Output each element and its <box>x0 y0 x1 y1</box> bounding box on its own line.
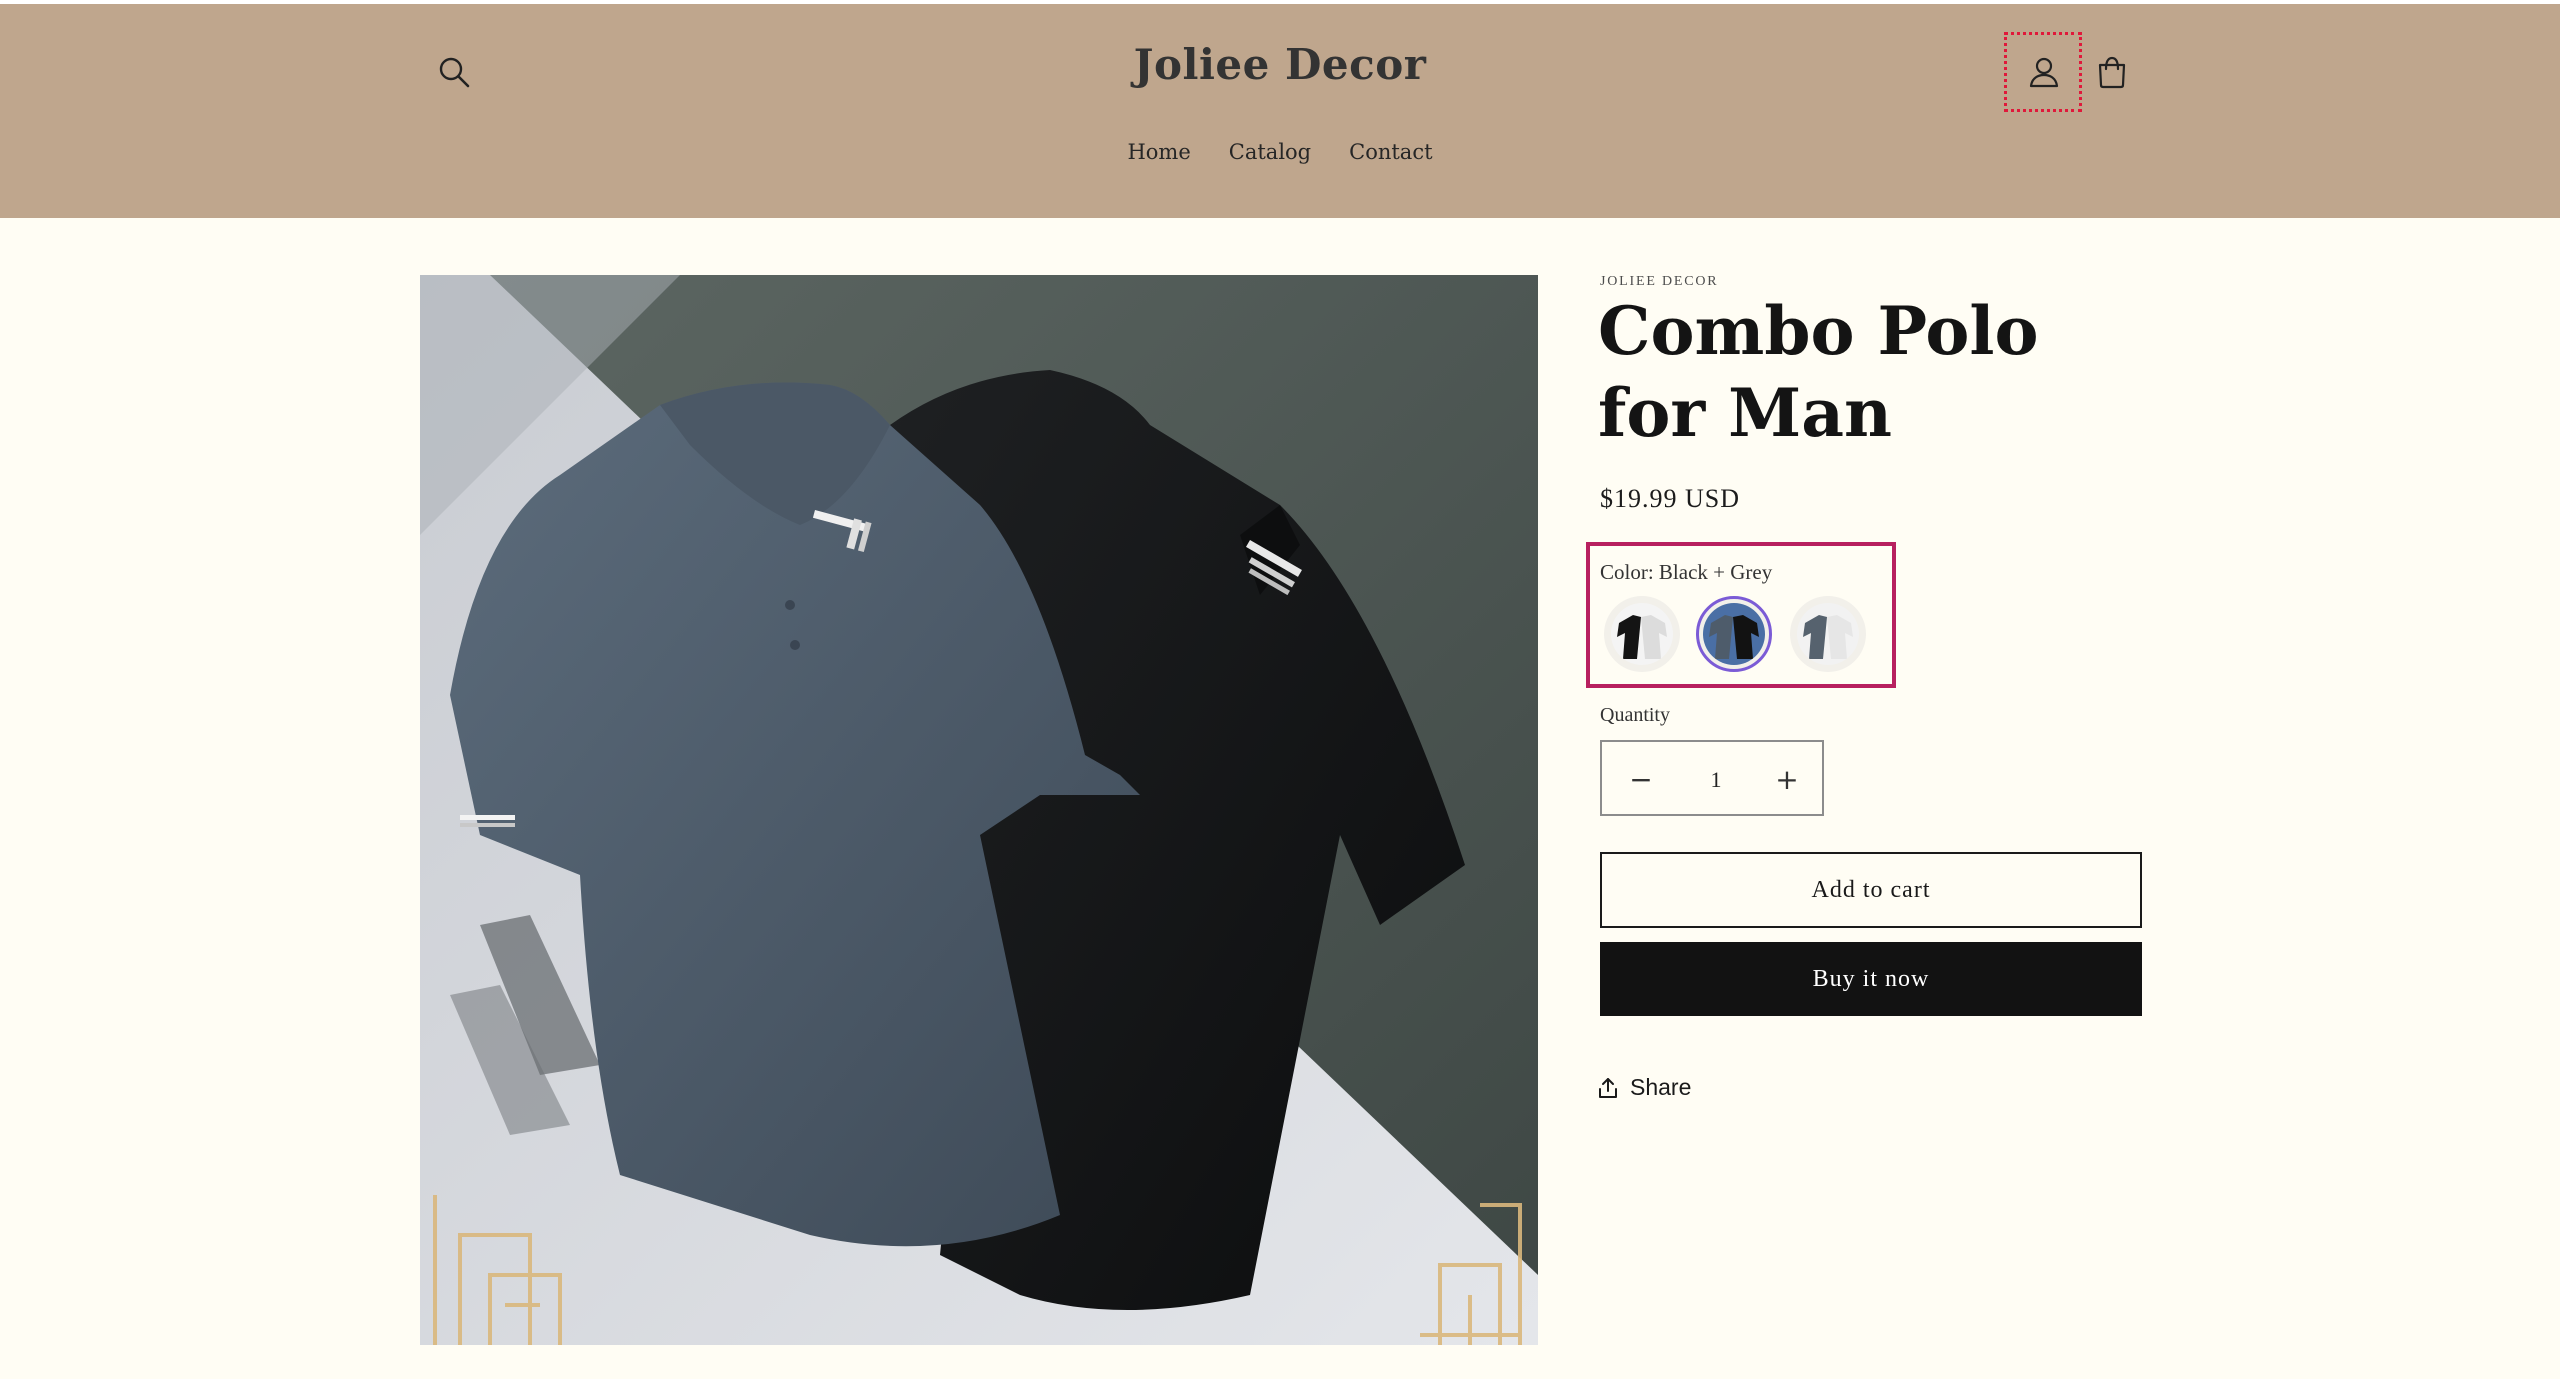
color-label: Color: Black + Grey <box>1600 560 1773 584</box>
color-swatch-black-grey[interactable] <box>1696 596 1772 672</box>
color-swatch-grey-white[interactable] <box>1790 596 1866 672</box>
quantity-increase-button[interactable]: + <box>1762 754 1812 804</box>
account-icon <box>2029 57 2059 88</box>
site-header: Joliee Decor Home Catalog Contact <box>0 0 2560 218</box>
product-photo <box>420 275 1538 1345</box>
swatch-thumbnail <box>1703 603 1765 665</box>
cart-button[interactable] <box>2088 48 2136 96</box>
product-vendor: JOLIEE DECOR <box>1600 274 1719 289</box>
search-icon <box>439 57 470 88</box>
share-label: Share <box>1630 1074 1692 1100</box>
nav-home[interactable]: Home <box>1127 140 1190 164</box>
add-to-cart-button[interactable]: Add to cart <box>1600 852 2142 928</box>
share-button[interactable]: Share <box>1598 1074 1691 1101</box>
store-logo[interactable]: Joliee Decor <box>1080 40 1480 89</box>
quantity-label: Quantity <box>1600 704 1670 726</box>
swatch-thumbnail <box>1797 603 1859 665</box>
main-nav: Home Catalog Contact <box>1100 140 1460 164</box>
cart-icon <box>2098 56 2126 89</box>
buy-now-button[interactable]: Buy it now <box>1600 942 2142 1016</box>
account-button[interactable] <box>2020 48 2068 96</box>
search-button[interactable] <box>430 48 478 96</box>
product-title: Combo Polo for Man <box>1598 292 2039 452</box>
quantity-input[interactable] <box>1666 756 1766 804</box>
quantity-decrease-button[interactable]: − <box>1616 754 1666 804</box>
color-swatch-black-white[interactable] <box>1604 596 1680 672</box>
product-price: $19.99 USD <box>1600 484 1741 513</box>
swatch-thumbnail <box>1611 603 1673 665</box>
nav-catalog[interactable]: Catalog <box>1229 140 1311 164</box>
quantity-stepper: − + <box>1600 740 1824 816</box>
nav-contact[interactable]: Contact <box>1349 140 1432 164</box>
product-image[interactable] <box>420 275 1538 1345</box>
share-icon <box>1599 1077 1617 1098</box>
